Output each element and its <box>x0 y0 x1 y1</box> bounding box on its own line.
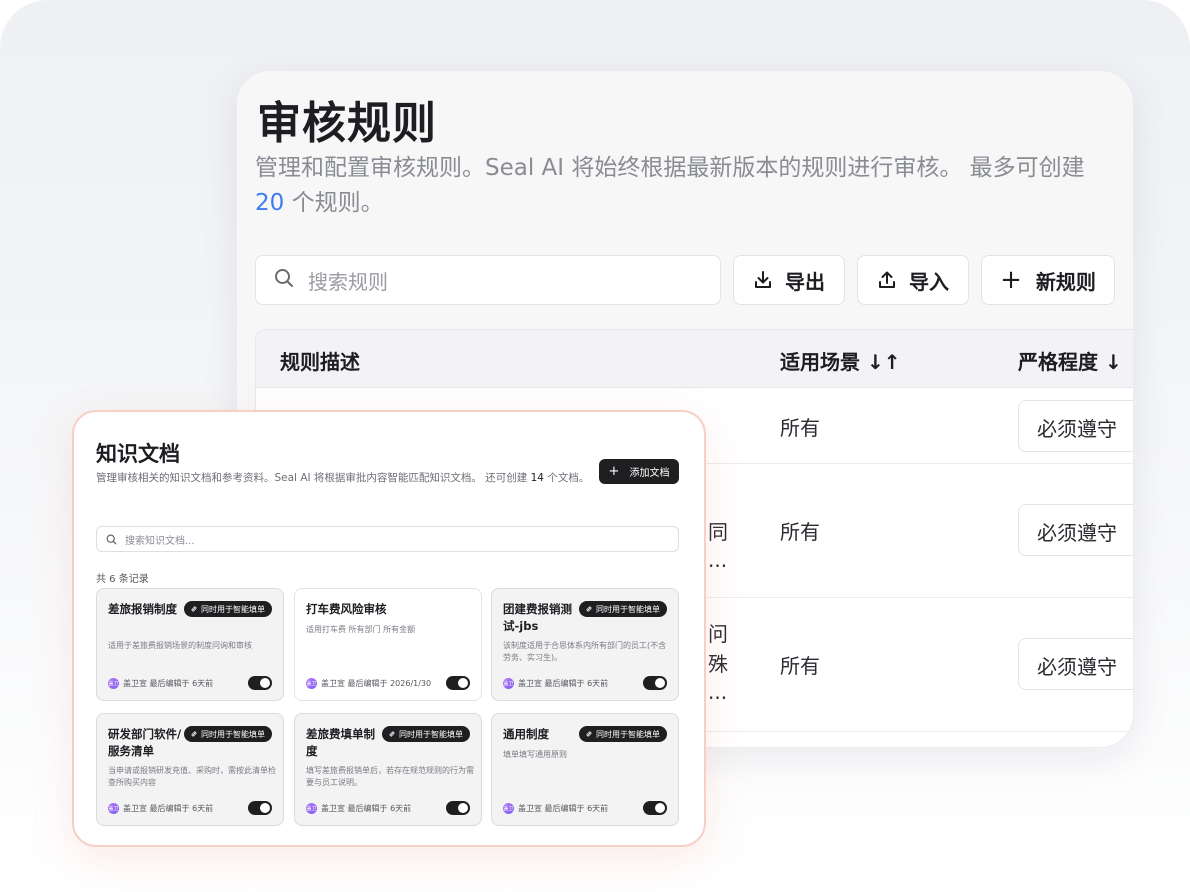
rule-limit-count: 20 <box>255 190 285 216</box>
doc-card[interactable]: 团建费报销测试-jbs 同时用于智能填单 该制度适用于合思体系内所有部门的员工(… <box>491 588 679 701</box>
smart-fill-badge: 同时用于智能填单 <box>579 601 667 617</box>
record-count: 共 6 条记录 <box>96 574 149 585</box>
upload-icon <box>877 270 897 290</box>
avatar: 盖卫 <box>108 803 119 814</box>
row-scene: 所有 <box>780 416 820 440</box>
column-header-scene[interactable]: 适用场景 ↓↑ <box>780 346 900 375</box>
link-icon <box>190 605 198 613</box>
knowledge-title: 知识文档 <box>96 442 180 466</box>
search-placeholder: 搜索知识文档... <box>125 535 195 547</box>
enable-toggle[interactable] <box>446 801 470 815</box>
doc-title: 差旅报销制度 <box>108 602 177 616</box>
doc-description: 适用于差旅费报销场景的制度问询和审核 <box>108 641 252 650</box>
link-icon <box>388 730 396 738</box>
link-icon <box>585 730 593 738</box>
row-desc-fragment: 同 <box>708 520 728 544</box>
page-title: 审核规则 <box>257 98 437 149</box>
doc-meta: 盖卫 盖卫宣 最后编辑于 6天前 <box>108 803 214 814</box>
smart-fill-badge: 同时用于智能填单 <box>382 726 470 742</box>
enable-toggle[interactable] <box>446 676 470 690</box>
doc-description: 填写差旅费报销单后，若存在规范规则的行为需要与员工说明。 <box>306 766 474 787</box>
search-icon <box>106 530 117 549</box>
add-document-button[interactable]: + 添加文档 <box>599 459 679 484</box>
doc-title: 打车费风险审核 <box>306 602 387 616</box>
doc-description: 适用打车费 所有部门 所有金额 <box>306 625 416 634</box>
doc-card[interactable]: 差旅报销制度 同时用于智能填单 适用于差旅费报销场景的制度问询和审核 盖卫 盖卫… <box>96 588 284 701</box>
plus-icon: + <box>608 464 620 479</box>
knowledge-description: 管理审核相关的知识文档和参考资料。Seal AI 将根据审批内容智能匹配知识文档… <box>96 472 590 484</box>
row-desc-fragment: 殊 <box>708 652 728 676</box>
doc-meta: 盖卫 盖卫宣 最后编辑于 6天前 <box>306 803 412 814</box>
row-desc-fragment: 问 <box>708 622 728 646</box>
smart-fill-badge: 同时用于智能填单 <box>184 726 272 742</box>
link-icon <box>585 605 593 613</box>
rules-search-input[interactable]: 搜索规则 <box>255 255 721 305</box>
row-scene: 所有 <box>780 520 820 544</box>
page-description: 管理和配置审核规则。Seal AI 将始终根据最新版本的规则进行审核。 最多可创… <box>255 155 1085 216</box>
table-header: 规则描述 适用场景 ↓↑ 严格程度 ↓ <box>256 330 1133 388</box>
knowledge-panel: 知识文档 管理审核相关的知识文档和参考资料。Seal AI 将根据审批内容智能匹… <box>72 410 706 847</box>
enable-toggle[interactable] <box>643 676 667 690</box>
knowledge-search-input[interactable]: 搜索知识文档... <box>96 526 679 552</box>
plus-icon: + <box>1000 265 1022 295</box>
doc-card[interactable]: 打车费风险审核 适用打车费 所有部门 所有金额 盖卫 盖卫宣 最后编辑于 202… <box>294 588 482 701</box>
doc-meta: 盖卫 盖卫宣 最后编辑于 6天前 <box>108 678 214 689</box>
row-level-select[interactable]: 必须遵守 <box>1018 400 1133 452</box>
doc-meta: 盖卫 盖卫宣 最后编辑于 6天前 <box>503 803 609 814</box>
row-desc-ellipsis: ... <box>708 680 728 704</box>
doc-title: 团建费报销测试-jbs <box>503 602 572 633</box>
doc-description: 该制度适用于合思体系内所有部门的员工(不含劳务、实习生)。 <box>503 641 667 662</box>
row-level-select[interactable]: 必须遵守 <box>1018 638 1133 690</box>
doc-card[interactable]: 差旅费填单制度 同时用于智能填单 填写差旅费报销单后，若存在规范规则的行为需要与… <box>294 713 482 826</box>
avatar: 盖卫 <box>108 678 119 689</box>
search-icon <box>274 268 294 292</box>
import-button[interactable]: 导入 <box>857 255 969 305</box>
export-button[interactable]: 导出 <box>733 255 845 305</box>
enable-toggle[interactable] <box>248 801 272 815</box>
avatar: 盖卫 <box>503 678 514 689</box>
doc-card[interactable]: 研发部门软件/服务清单 同时用于智能填单 当申请或报销研发充值、采购时，需按此清… <box>96 713 284 826</box>
doc-meta: 盖卫 盖卫宣 最后编辑于 2026/1/30 <box>306 678 432 689</box>
doc-card[interactable]: 通用制度 同时用于智能填单 填单填写通用原则 盖卫 盖卫宣 最后编辑于 6天前 <box>491 713 679 826</box>
doc-title: 研发部门软件/服务清单 <box>108 727 182 758</box>
doc-title: 通用制度 <box>503 727 549 741</box>
new-rule-button[interactable]: + 新规则 <box>981 255 1115 305</box>
doc-description: 当申请或报销研发充值、采购时，需按此清单检查所购买内容 <box>108 766 276 787</box>
doc-meta: 盖卫 盖卫宣 最后编辑于 6天前 <box>503 678 609 689</box>
column-header-desc: 规则描述 <box>280 350 360 374</box>
avatar: 盖卫 <box>306 803 317 814</box>
link-icon <box>190 730 198 738</box>
download-icon <box>753 270 773 290</box>
column-header-level[interactable]: 严格程度 ↓ <box>1018 346 1122 375</box>
smart-fill-badge: 同时用于智能填单 <box>184 601 272 617</box>
search-placeholder: 搜索规则 <box>308 269 388 294</box>
row-desc-ellipsis: ... <box>708 548 728 572</box>
smart-fill-badge: 同时用于智能填单 <box>579 726 667 742</box>
enable-toggle[interactable] <box>643 801 667 815</box>
doc-description: 填单填写通用原则 <box>503 750 567 759</box>
enable-toggle[interactable] <box>248 676 272 690</box>
doc-limit-count: 14 <box>530 472 544 484</box>
row-scene: 所有 <box>780 654 820 678</box>
avatar: 盖卫 <box>306 678 317 689</box>
doc-title: 差旅费填单制度 <box>306 727 375 758</box>
row-level-select[interactable]: 必须遵守 <box>1018 504 1133 556</box>
avatar: 盖卫 <box>503 803 514 814</box>
